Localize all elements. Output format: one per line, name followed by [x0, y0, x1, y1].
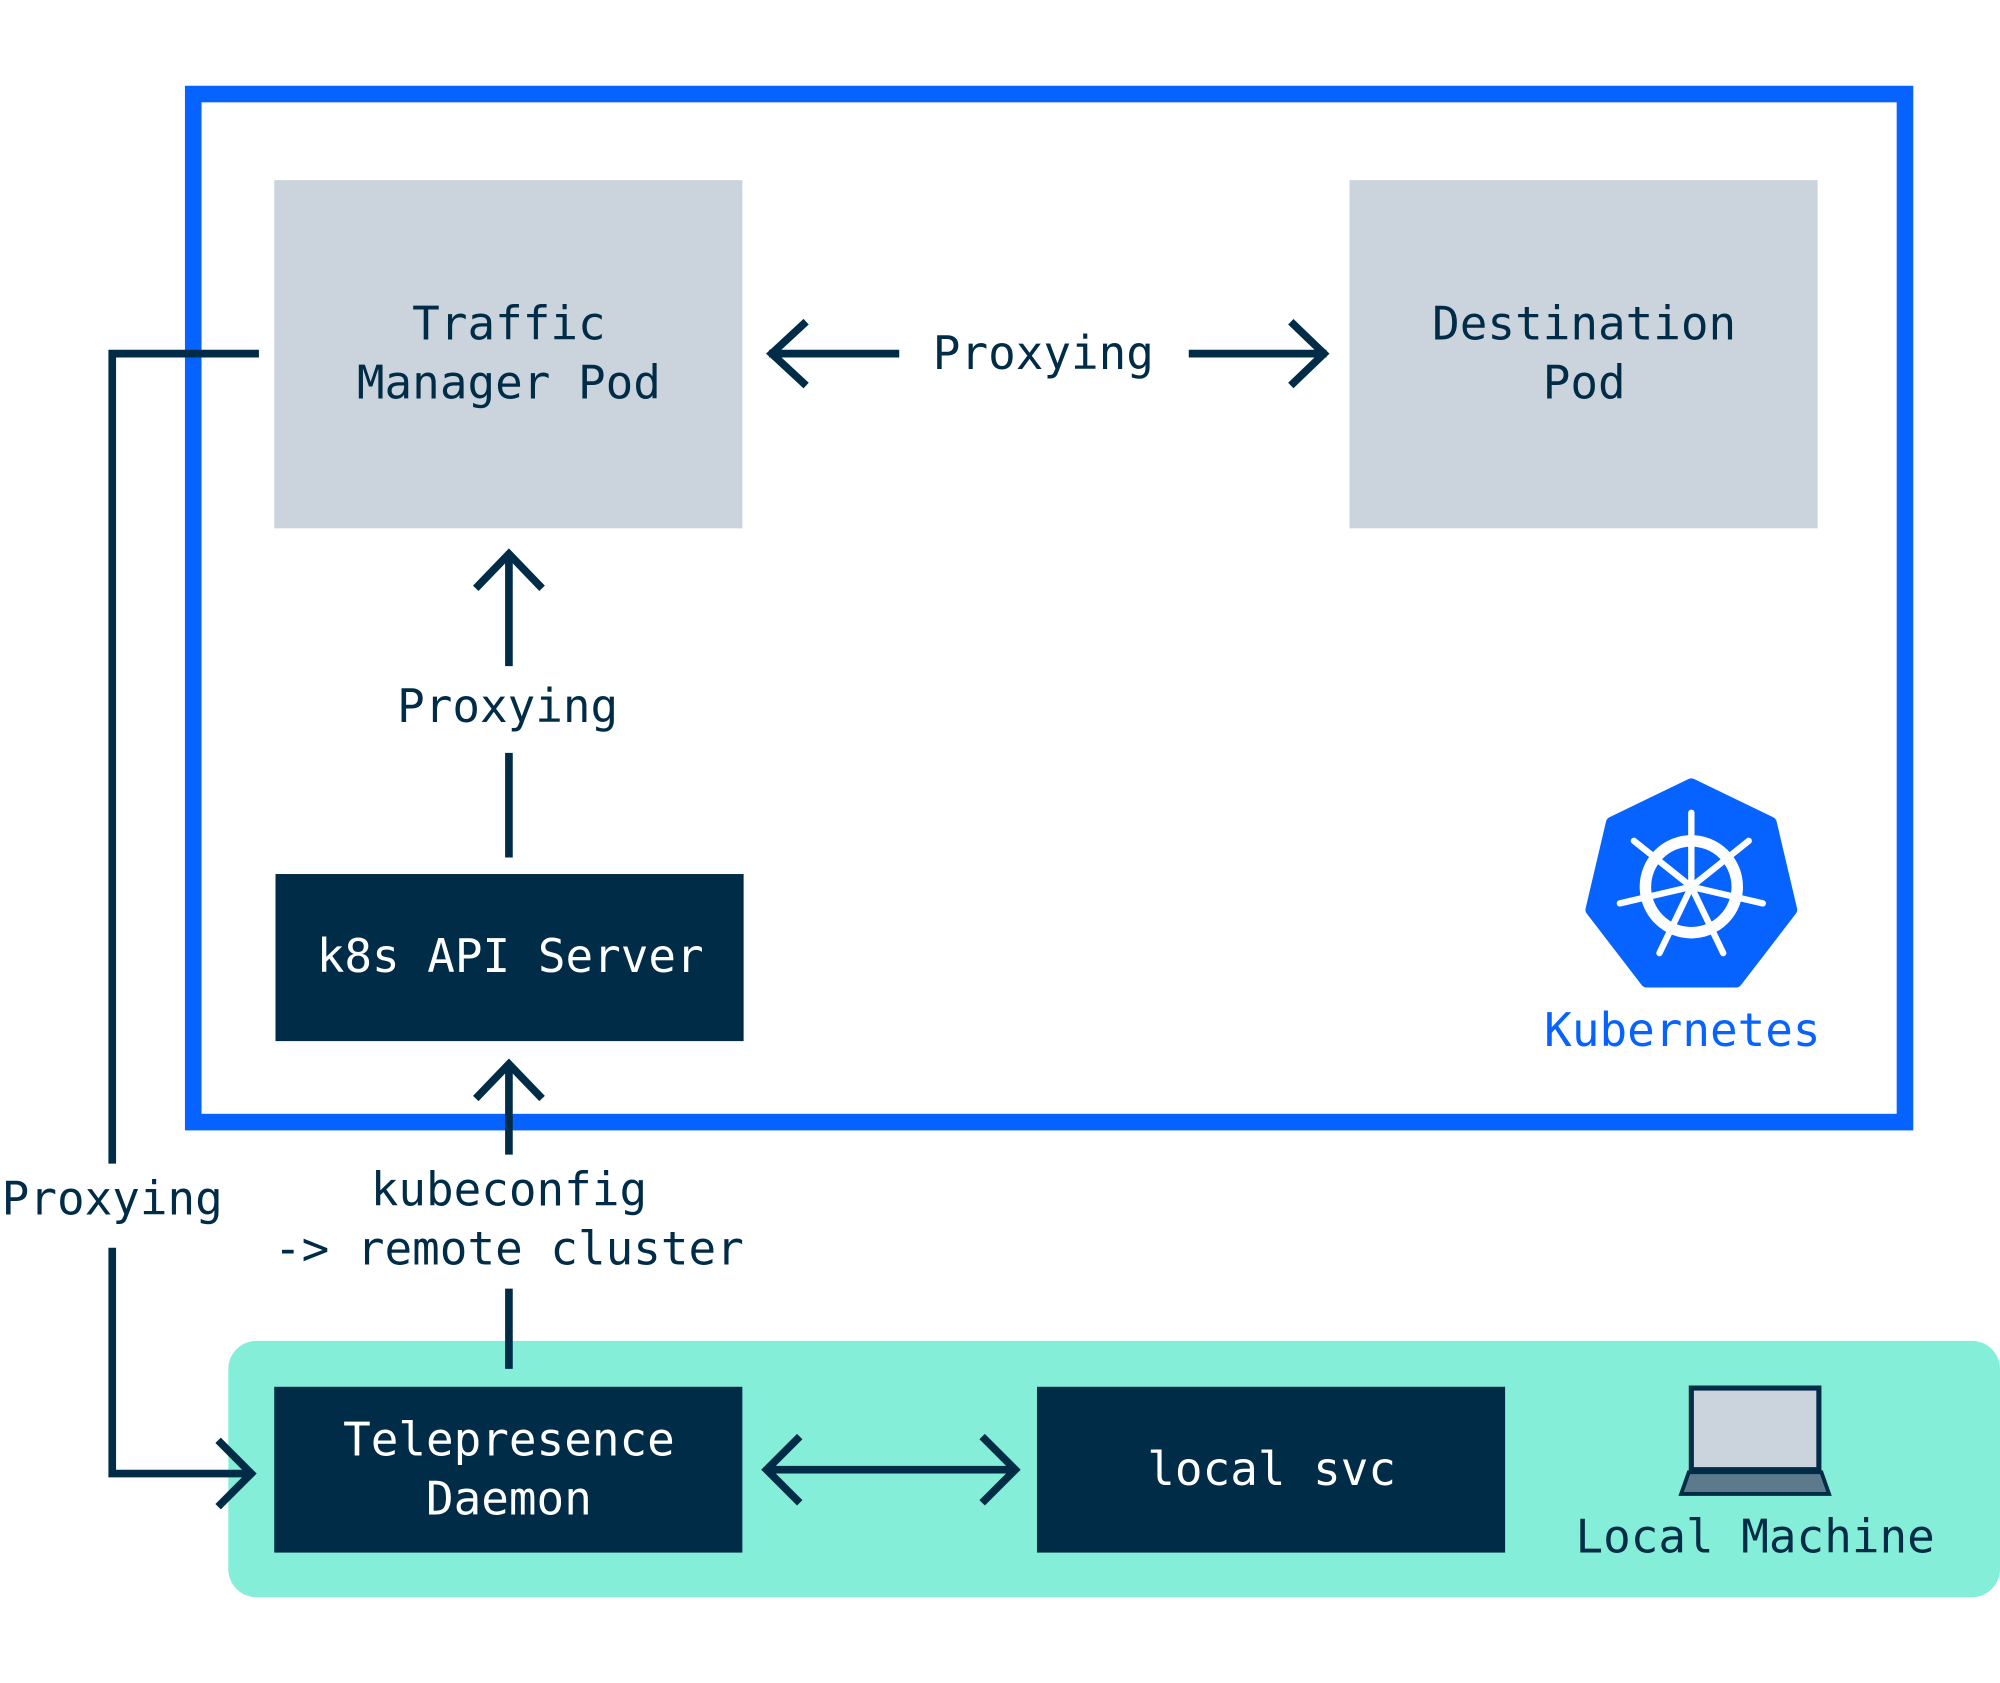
arrow-to-destination [1188, 318, 1330, 389]
kubernetes-helm-icon [1585, 778, 1798, 988]
traffic-manager-pod [274, 180, 743, 529]
destination-label-2: Pod [1543, 355, 1626, 409]
destination-label-1: Destination [1432, 297, 1736, 351]
daemon-label-2: Daemon [426, 1471, 592, 1525]
pod-proxying-label: Proxying [933, 326, 1154, 380]
telepresence-architecture-diagram: Traffic Manager Pod Destination Pod k8s … [2, 85, 2000, 1598]
kubernetes-label: Kubernetes [1544, 1003, 1820, 1057]
daemon-label-1: Telepresence [343, 1413, 675, 1467]
api-proxying-label: Proxying [397, 679, 618, 733]
arrow-to-traffic-manager [766, 318, 900, 389]
kubeconfig-label-2: -> remote cluster [274, 1221, 744, 1275]
laptop-icon [1678, 1385, 1832, 1496]
traffic-manager-label-2: Manager Pod [357, 355, 661, 409]
traffic-manager-label-1: Traffic [412, 297, 605, 351]
k8s-api-server-label: k8s API Server [317, 929, 704, 983]
local-machine-label: Local Machine [1575, 1510, 1934, 1564]
telepresence-daemon [274, 1386, 743, 1553]
local-svc-label: local svc [1147, 1442, 1396, 1496]
kubeconfig-label-1: kubeconfig [371, 1163, 647, 1217]
destination-pod [1349, 180, 1818, 529]
left-proxying-label: Proxying [2, 1172, 223, 1226]
